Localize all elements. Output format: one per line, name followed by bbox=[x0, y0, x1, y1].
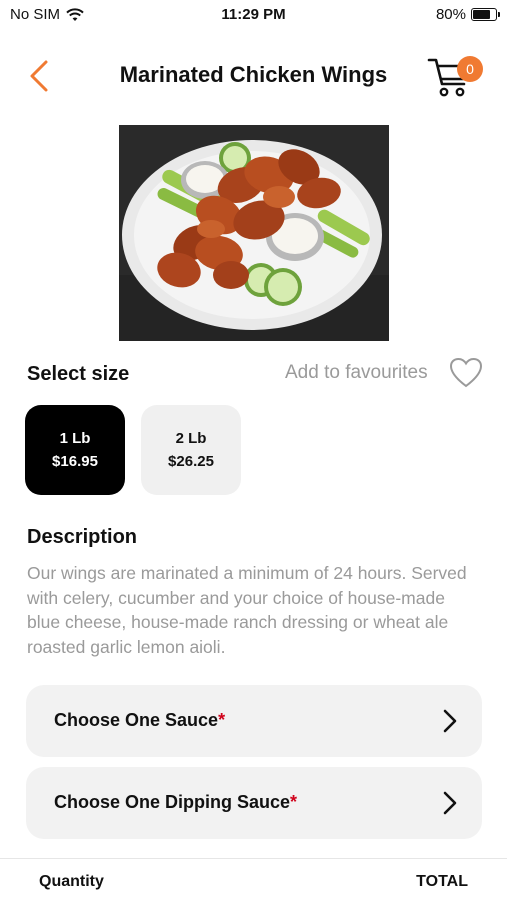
size-option-2lb[interactable]: 2 Lb $26.25 bbox=[141, 405, 241, 495]
battery-percent: 80% bbox=[435, 6, 466, 23]
total-label: TOTAL bbox=[416, 873, 468, 890]
heart-icon bbox=[449, 357, 483, 388]
description-heading: Description bbox=[27, 526, 138, 548]
option-label: Choose One Dipping Sauce* bbox=[54, 792, 298, 812]
select-size-heading: Select size bbox=[27, 363, 130, 385]
size-label: 2 Lb bbox=[175, 430, 207, 447]
status-bar: No SIM 11:29 PM 80% bbox=[0, 0, 507, 30]
nav-header: Marinated Chicken Wings 0 bbox=[0, 40, 507, 112]
footer-divider bbox=[0, 858, 507, 859]
size-label: 1 Lb bbox=[59, 430, 91, 447]
required-marker: * bbox=[290, 792, 298, 812]
size-price: $16.95 bbox=[52, 453, 98, 470]
size-option-1lb[interactable]: 1 Lb $16.95 bbox=[25, 405, 125, 495]
status-time: 11:29 PM bbox=[221, 6, 286, 23]
chevron-right-icon bbox=[443, 791, 457, 815]
choose-sauce-option[interactable]: Choose One Sauce* bbox=[26, 685, 482, 757]
quantity-label: Quantity bbox=[39, 873, 104, 890]
battery-icon bbox=[471, 8, 500, 21]
battery-status: 80% bbox=[435, 6, 500, 23]
option-label: Choose One Sauce* bbox=[54, 710, 226, 730]
choose-dipping-sauce-option[interactable]: Choose One Dipping Sauce* bbox=[26, 767, 482, 839]
description-text: Our wings are marinated a minimum of 24 … bbox=[27, 563, 467, 657]
back-button[interactable] bbox=[22, 54, 62, 98]
add-to-favourites-link[interactable]: Add to favourites bbox=[285, 362, 428, 384]
favourite-button[interactable] bbox=[448, 356, 484, 390]
page-title: Marinated Chicken Wings bbox=[119, 62, 388, 87]
size-price: $26.25 bbox=[168, 453, 214, 470]
cart-count-badge: 0 bbox=[457, 56, 483, 82]
required-marker: * bbox=[218, 710, 226, 730]
chevron-left-icon bbox=[30, 60, 48, 92]
chevron-right-icon bbox=[443, 709, 457, 733]
battery-level bbox=[473, 10, 490, 19]
product-image bbox=[119, 125, 389, 341]
food-photo-icon bbox=[119, 125, 389, 341]
cart-button[interactable]: 0 bbox=[427, 54, 483, 100]
